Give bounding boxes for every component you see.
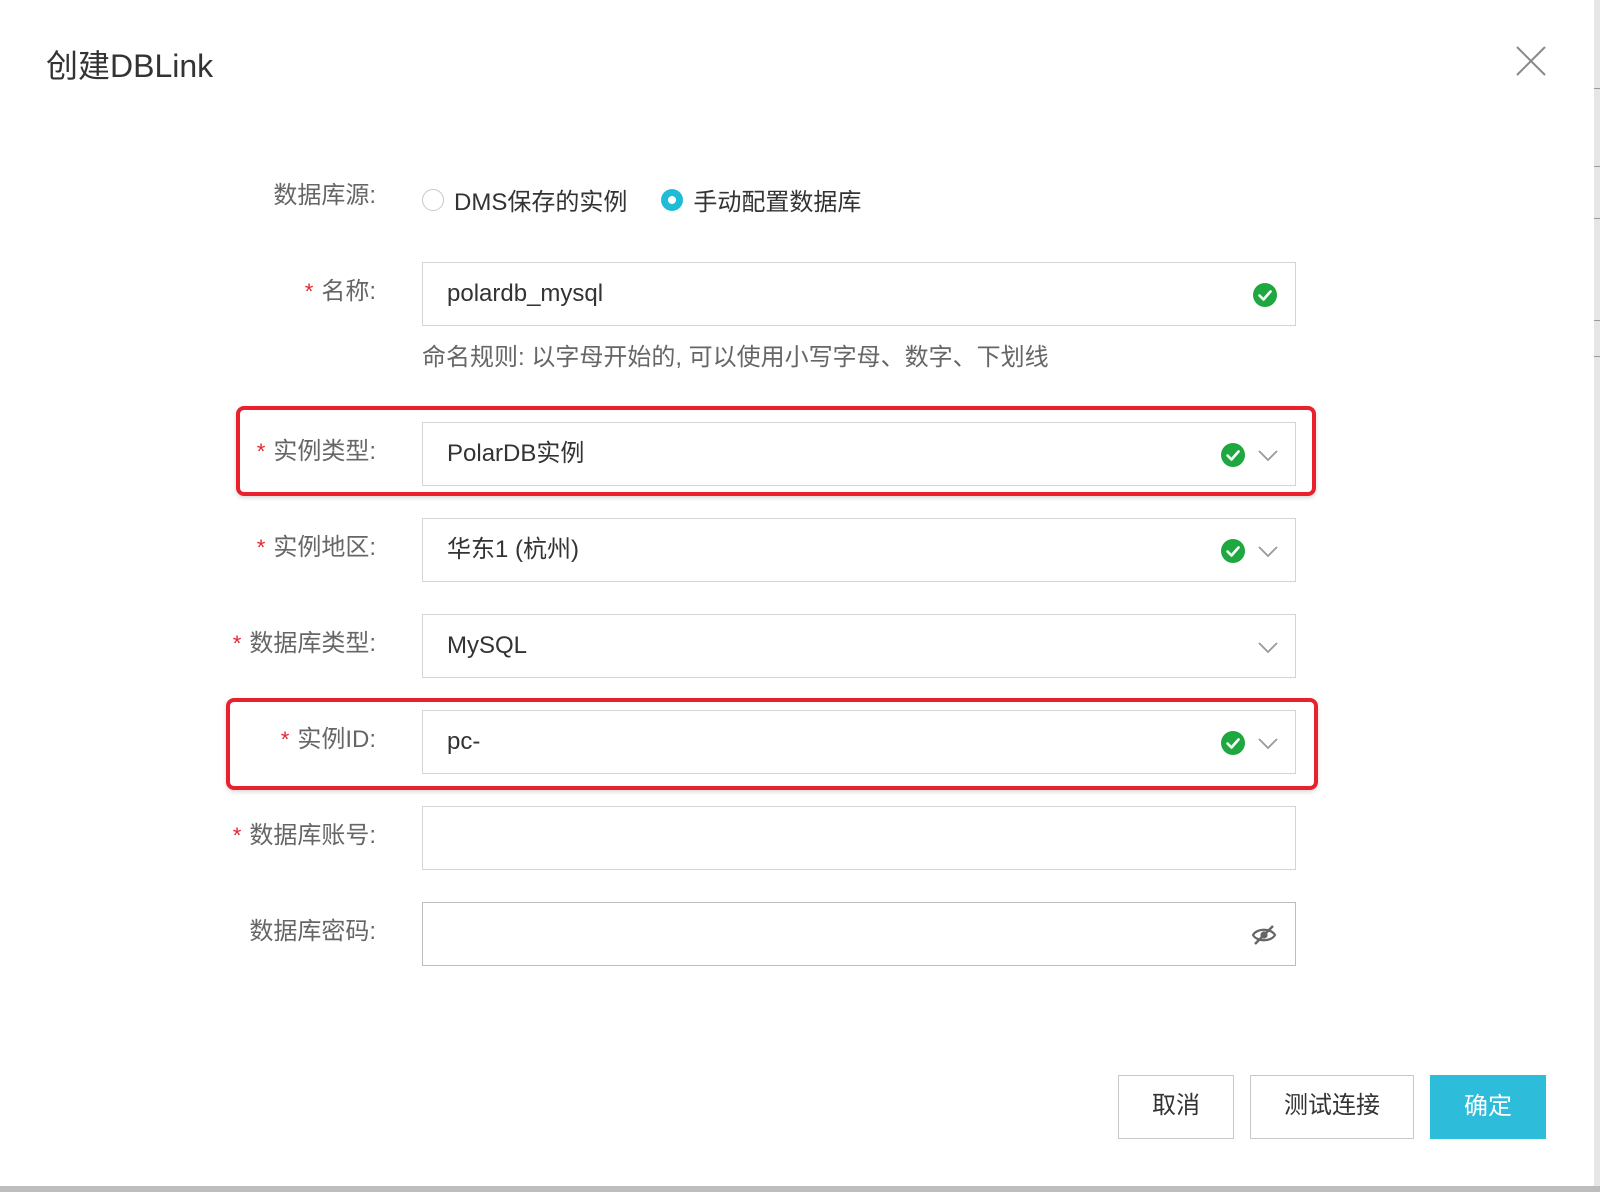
background-window-edge [1594,0,1600,1192]
radio-dms-instance[interactable]: DMS保存的实例 [422,182,627,217]
db-password-field[interactable] [422,902,1296,966]
radio-manual-config[interactable]: 手动配置数据库 [661,182,861,217]
eye-slash-icon[interactable] [1251,923,1277,947]
db-account-label: * 数据库账号: [232,822,376,849]
naming-rule-hint: 命名规则: 以字母开始的, 可以使用小写字母、数字、下划线 [422,344,1049,371]
name-value: polardb_mysql [447,280,604,307]
required-marker: * [232,823,242,848]
radio-label: 手动配置数据库 [693,189,862,216]
check-circle-icon [1221,539,1245,563]
db-type-value: MySQL [447,632,528,659]
instance-region-value: 华东1 (杭州) [447,536,579,563]
db-password-input[interactable] [443,911,1227,959]
db-account-field[interactable] [422,806,1296,870]
confirm-button[interactable]: 确定 [1430,1075,1546,1139]
test-connection-button[interactable]: 测试连接 [1250,1075,1414,1139]
close-icon [1516,46,1546,76]
db-password-label: 数据库密码: [249,918,376,945]
radio-circle-checked [661,188,684,211]
source-label: 数据库源: [273,182,376,209]
source-radio-group: DMS保存的实例 手动配置数据库 [422,182,895,217]
check-circle-icon [1253,283,1277,307]
create-dblink-dialog: 创建DBLink 数据库源: DMS保存的实例 手动配置数据库 * 名称: pol… [0,0,1594,1186]
instance-region-label: * 实例地区: [256,534,376,561]
radio-label: DMS保存的实例 [454,189,628,216]
radio-circle [422,188,444,211]
cancel-button[interactable]: 取消 [1118,1075,1234,1139]
required-marker: * [232,631,242,656]
name-input[interactable]: polardb_mysql [422,262,1296,326]
chevron-down-icon[interactable] [1257,636,1279,658]
required-marker: * [256,535,266,560]
name-label: * 名称: [304,278,376,305]
highlight-instance-id [226,698,1318,790]
close-button[interactable] [1514,44,1548,78]
db-account-input[interactable] [443,815,1247,863]
bottom-edge [0,1186,1600,1192]
db-type-select[interactable]: MySQL [422,614,1296,678]
instance-region-select[interactable]: 华东1 (杭州) [422,518,1296,582]
dialog-title: 创建DBLink [46,48,214,84]
chevron-down-icon[interactable] [1257,540,1279,562]
highlight-instance-type [236,406,1316,496]
required-marker: * [304,279,314,304]
db-type-label: * 数据库类型: [232,630,376,657]
